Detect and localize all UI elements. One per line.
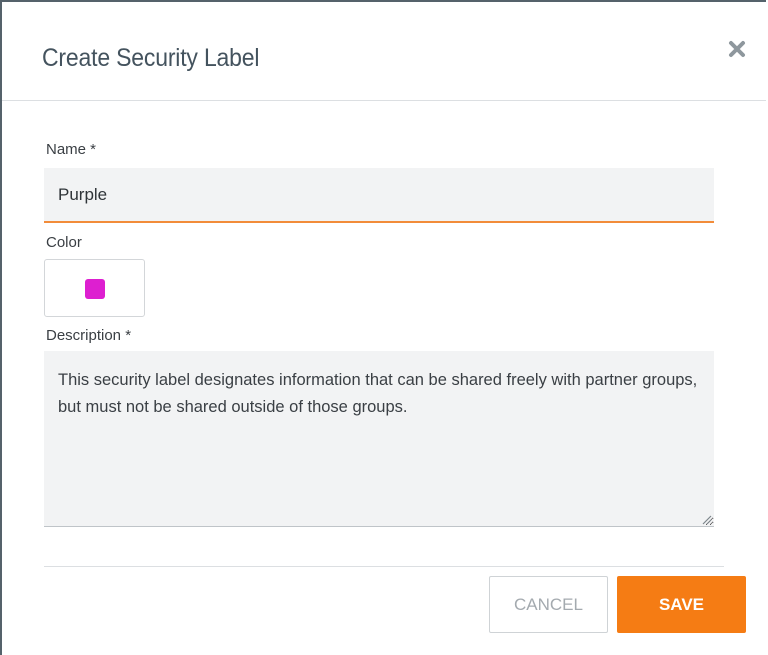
dialog-title: Create Security Label xyxy=(42,44,260,72)
save-button[interactable]: SAVE xyxy=(617,576,746,633)
footer-divider xyxy=(44,566,724,567)
close-icon[interactable] xyxy=(726,38,748,60)
dialog-header: Create Security Label xyxy=(2,2,766,101)
color-picker-button[interactable] xyxy=(44,259,145,317)
resize-grip-icon[interactable] xyxy=(700,512,712,525)
description-label: Description * xyxy=(46,327,132,344)
create-security-label-dialog: Create Security Label Name * Color Descr… xyxy=(0,0,766,655)
color-swatch xyxy=(85,279,105,299)
name-label: Name * xyxy=(46,141,97,158)
description-textarea[interactable]: This security label designates informati… xyxy=(44,351,714,527)
name-input[interactable] xyxy=(44,168,714,223)
cancel-button[interactable]: CANCEL xyxy=(489,576,608,633)
color-label: Color xyxy=(46,234,82,251)
